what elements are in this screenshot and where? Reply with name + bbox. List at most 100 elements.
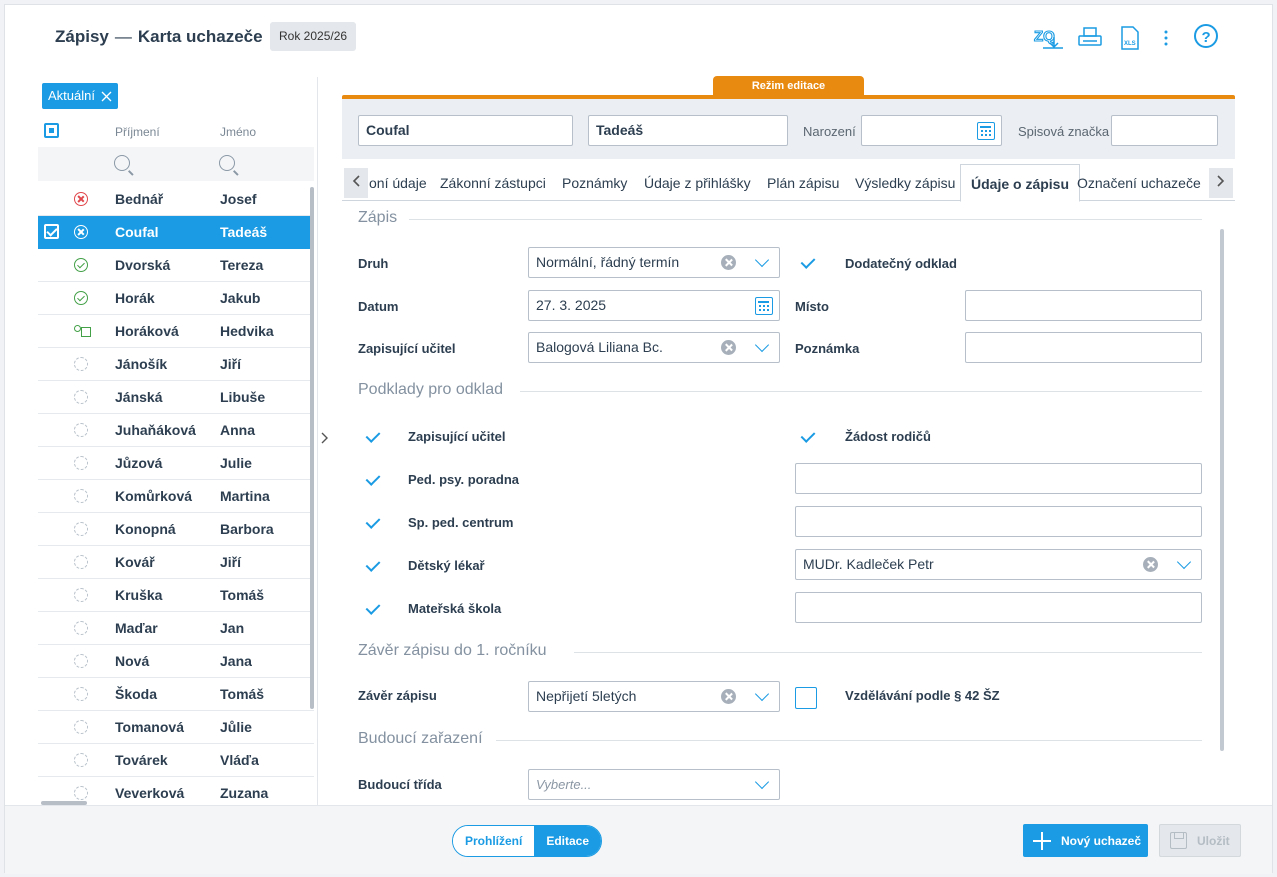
tab-results[interactable]: Výsledky zápisu <box>855 164 955 201</box>
column-surname[interactable]: Příjmení <box>115 125 160 139</box>
year-badge[interactable]: Rok 2025/26 <box>270 22 357 51</box>
search-icon[interactable] <box>114 155 130 171</box>
dodatecny-checkbox[interactable] <box>800 254 816 269</box>
list-item[interactable]: Dvorská Tereza <box>38 249 314 282</box>
clear-icon[interactable] <box>721 255 736 270</box>
name-cell: Tomáš <box>220 587 265 603</box>
name-field[interactable]: Tadeáš <box>588 115 788 146</box>
print-icon[interactable] <box>1075 23 1105 53</box>
list-item[interactable]: Kovář Jiří <box>38 546 314 579</box>
tab-plan[interactable]: Plán zápisu <box>767 164 839 201</box>
chevron-right-icon[interactable] <box>321 431 329 447</box>
list-scrollbar[interactable] <box>310 187 314 709</box>
close-icon[interactable] <box>101 91 112 102</box>
filter-chip[interactable]: Aktuální <box>42 83 118 109</box>
help-icon[interactable]: ? <box>1191 21 1221 51</box>
chevron-down-icon[interactable] <box>1176 554 1192 570</box>
file-number-field[interactable] <box>1111 115 1218 146</box>
podklad-poradna-checkbox[interactable] <box>365 471 381 486</box>
zadost-label: Žádost rodičů <box>845 429 931 444</box>
list-item[interactable]: Továrek Vláďa <box>38 744 314 777</box>
podklad-ucitel-checkbox[interactable] <box>365 428 381 443</box>
list-item[interactable]: Jůzová Julie <box>38 447 314 480</box>
surname-cell: Horák <box>115 290 155 306</box>
list-item[interactable]: Konopná Barbora <box>38 513 314 546</box>
chevron-left-icon <box>352 175 360 187</box>
podklad-label: Zapisující učitel <box>408 429 506 444</box>
tab-notes[interactable]: Poznámky <box>562 164 627 201</box>
check-circle-icon <box>74 258 88 272</box>
druh-select[interactable]: Normální, řádný termín <box>528 247 780 278</box>
new-applicant-button[interactable]: Nový uchazeč <box>1023 824 1148 857</box>
list-item[interactable]: Nová Jana <box>38 645 314 678</box>
list-item[interactable]: Horák Jakub <box>38 282 314 315</box>
row-checkbox[interactable] <box>44 224 59 239</box>
surname-field[interactable]: Coufal <box>358 115 573 146</box>
panel-splitter[interactable] <box>317 77 318 809</box>
clear-icon[interactable] <box>1143 557 1158 572</box>
podklad-centrum-checkbox[interactable] <box>365 514 381 529</box>
ms-field[interactable] <box>795 592 1202 623</box>
name-cell: Anna <box>220 422 255 438</box>
surname-cell: Konopná <box>115 521 176 537</box>
list-item[interactable]: Horáková Hedvika <box>38 315 314 348</box>
centrum-field[interactable] <box>795 506 1202 537</box>
birth-field[interactable] <box>861 115 1002 146</box>
calendar-icon[interactable] <box>977 122 995 140</box>
column-name[interactable]: Jméno <box>220 125 256 139</box>
list-item[interactable]: Tomanová Jůlie <box>38 711 314 744</box>
misto-field[interactable] <box>965 290 1202 321</box>
edit-mode-button[interactable]: Editace <box>534 826 602 856</box>
lekar-select[interactable]: MUDr. Kadleček Petr <box>795 549 1202 580</box>
calendar-icon[interactable] <box>755 297 773 315</box>
chevron-down-icon[interactable] <box>754 252 770 268</box>
clear-icon[interactable] <box>721 689 736 704</box>
poznamka-field[interactable] <box>965 332 1202 363</box>
clear-icon[interactable] <box>721 340 736 355</box>
zaver-select[interactable]: Nepřijetí 5letých <box>528 681 780 712</box>
content-scrollbar[interactable] <box>1220 229 1224 751</box>
name-cell: Tadeáš <box>220 224 268 240</box>
chevron-down-icon[interactable] <box>754 337 770 353</box>
xls-export-icon[interactable]: XLS <box>1115 23 1145 53</box>
tab-guardians[interactable]: Zákonní zástupci <box>440 164 546 201</box>
zq-download-icon[interactable]: ZQ <box>1033 23 1063 53</box>
ucitel-select[interactable]: Balogová Liliana Bc. <box>528 332 780 363</box>
list-item[interactable]: Škoda Tomáš <box>38 678 314 711</box>
tab-enrollment-data[interactable]: Údaje o zápisu <box>960 164 1081 202</box>
divider <box>520 391 1202 392</box>
list-item[interactable]: Jánská Libuše <box>38 381 314 414</box>
vzdelavani-checkbox[interactable] <box>795 687 817 709</box>
chevron-down-icon[interactable] <box>754 774 770 790</box>
list-item[interactable]: Coufal Tadeáš <box>38 216 314 249</box>
podklad-lekar-checkbox[interactable] <box>365 557 381 572</box>
zadost-checkbox[interactable] <box>800 428 816 443</box>
list-item[interactable]: Maďar Jan <box>38 612 314 645</box>
tab-labels[interactable]: Označení uchazeče <box>1077 164 1201 201</box>
svg-text:ZQ: ZQ <box>1034 28 1055 45</box>
search-icon[interactable] <box>219 155 235 171</box>
select-all-checkbox[interactable] <box>44 123 59 138</box>
datum-field[interactable]: 27. 3. 2025 <box>528 290 780 321</box>
list-item[interactable]: Kruška Tomáš <box>38 579 314 612</box>
tabs-scroll-left[interactable] <box>344 168 368 198</box>
list-item[interactable]: Bednář Josef <box>38 183 314 216</box>
poradna-field[interactable] <box>795 463 1202 494</box>
save-button[interactable]: Uložit <box>1159 824 1241 857</box>
podklad-ms-checkbox[interactable] <box>365 600 381 615</box>
chevron-down-icon[interactable] <box>754 686 770 702</box>
more-vert-icon[interactable] <box>1151 23 1181 53</box>
pending-circle-icon <box>74 522 88 536</box>
tab-application[interactable]: Údaje z přihlášky <box>644 164 751 201</box>
mode-toggle: Prohlížení Editace <box>452 825 603 857</box>
tabs-scroll-right[interactable] <box>1209 168 1233 198</box>
tab-personal[interactable]: oní údaje <box>369 164 427 201</box>
name-cell: Jakub <box>220 290 261 306</box>
list-item[interactable]: Juhaňáková Anna <box>38 414 314 447</box>
list-item[interactable]: Jánošík Jiří <box>38 348 314 381</box>
view-mode-button[interactable]: Prohlížení <box>453 826 535 856</box>
svg-text:?: ? <box>1202 29 1211 46</box>
budouci-select[interactable]: Vyberte... <box>528 769 780 800</box>
surname-cell: Tomanová <box>115 719 184 735</box>
list-item[interactable]: Komůrková Martina <box>38 480 314 513</box>
